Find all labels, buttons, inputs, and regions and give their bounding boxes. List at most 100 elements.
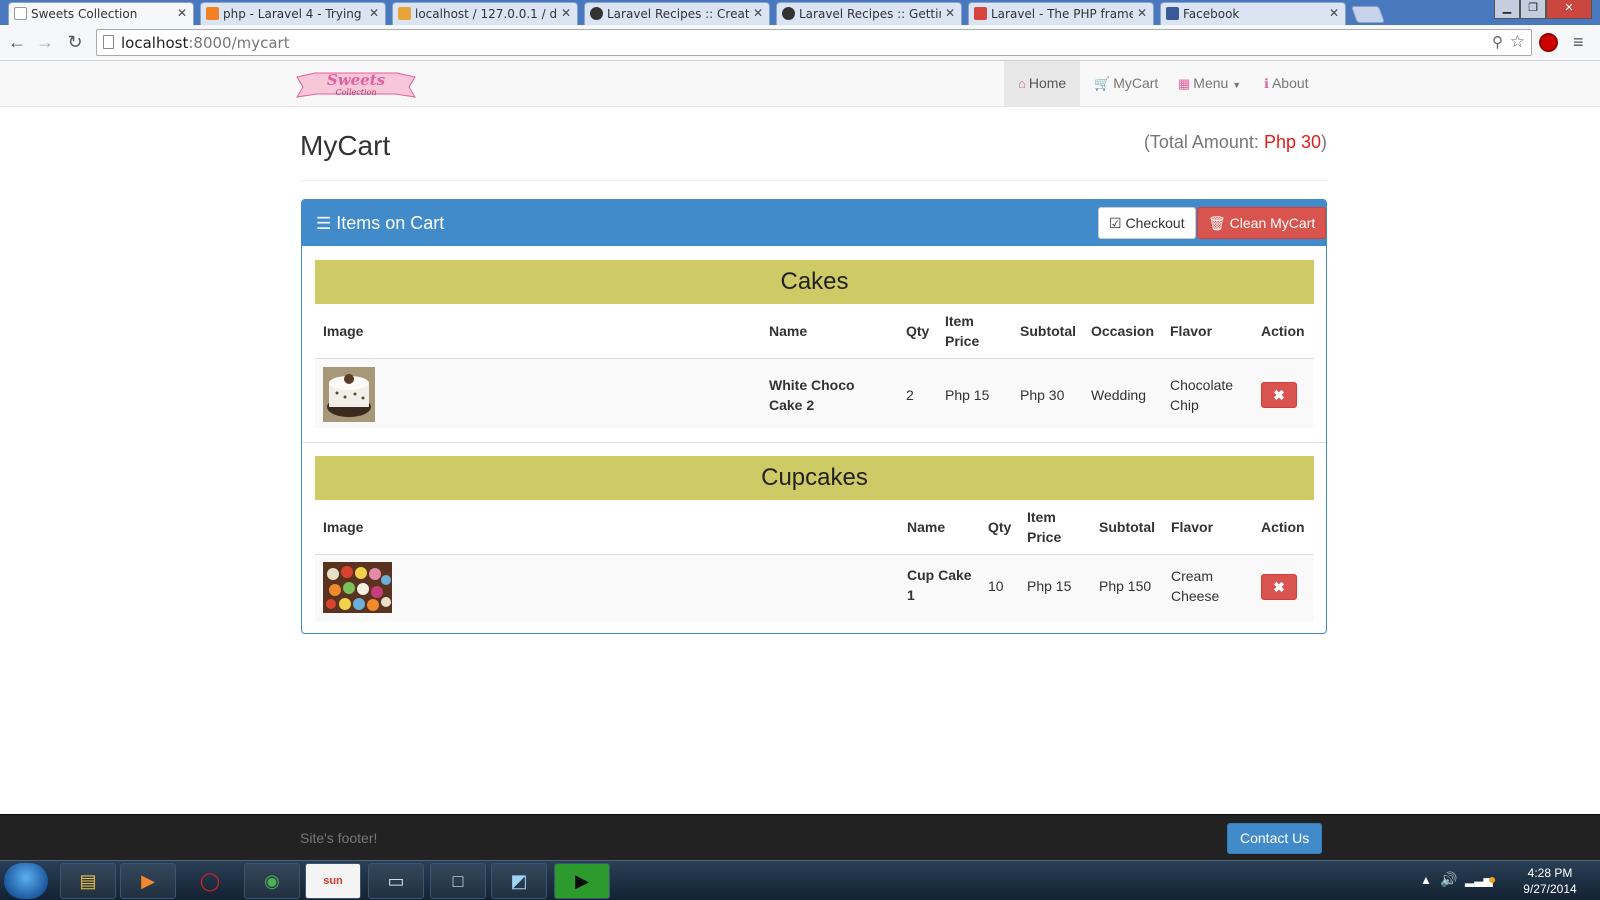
column-header-subtotal: Subtotal bbox=[1020, 323, 1076, 339]
tray-arrow-icon[interactable]: ▲ bbox=[1420, 873, 1432, 887]
page-icon bbox=[14, 7, 27, 20]
github-icon bbox=[590, 7, 603, 20]
checkout-button[interactable]: ☑ Checkout bbox=[1098, 207, 1196, 239]
item-occasion: Wedding bbox=[1091, 387, 1147, 403]
caret-down-icon: ▼ bbox=[1232, 80, 1242, 90]
trash-icon: 🗑 bbox=[1208, 215, 1226, 231]
tab-laravel[interactable]: Laravel - The PHP framew ✕ bbox=[968, 2, 1154, 25]
terminal-icon[interactable]: ▭ bbox=[368, 863, 424, 899]
nav-mycart[interactable]: 🛒 MyCart bbox=[1080, 61, 1172, 106]
logo-subtext: Collection bbox=[335, 88, 376, 97]
url-path: :8000/mycart bbox=[188, 34, 290, 52]
browser-toolbar: ← → ↻ localhost:8000/mycart ⚲ ☆ ≡ bbox=[0, 25, 1600, 61]
divider bbox=[300, 180, 1327, 181]
tab-facebook[interactable]: Facebook ✕ bbox=[1160, 2, 1346, 25]
page-title: MyCart bbox=[300, 130, 391, 161]
github-icon bbox=[782, 7, 795, 20]
item-flavor: Cream Cheese bbox=[1171, 568, 1220, 604]
sun-app-icon[interactable]: sun bbox=[305, 863, 361, 899]
nav-menu-dropdown[interactable]: ▦ Menu ▼ bbox=[1164, 61, 1255, 106]
tab-laravel-recipes-getting[interactable]: Laravel Recipes :: Getting ✕ bbox=[776, 2, 962, 25]
laravel-icon bbox=[974, 7, 987, 20]
reload-icon[interactable]: ↻ bbox=[64, 31, 86, 53]
logo-text: Sweets bbox=[327, 71, 386, 89]
start-button[interactable] bbox=[4, 863, 48, 899]
item-price: Php 15 bbox=[1027, 578, 1072, 594]
column-header-name: Name bbox=[769, 323, 808, 339]
tab-title: Laravel Recipes :: Getting bbox=[799, 7, 941, 21]
close-icon: ✖ bbox=[1273, 387, 1285, 403]
tab-sweets-collection[interactable]: Sweets Collection ✕ bbox=[8, 2, 194, 25]
address-bar[interactable]: localhost:8000/mycart ⚲ ☆ bbox=[96, 29, 1532, 56]
total-label: (Total Amount: bbox=[1143, 132, 1264, 152]
product-image[interactable] bbox=[323, 367, 375, 422]
item-flavor: Chocolate Chip bbox=[1170, 377, 1234, 413]
item-qty: 10 bbox=[988, 578, 1004, 594]
clean-cart-label: Clean MyCart bbox=[1229, 215, 1316, 231]
minimize-window-icon[interactable]: ▁ bbox=[1494, 0, 1520, 19]
window-app-icon[interactable]: □ bbox=[430, 863, 486, 899]
close-tab-icon[interactable]: ✕ bbox=[753, 6, 763, 20]
check-square-icon: ☑ bbox=[1109, 215, 1122, 231]
item-name: Cup Cake 1 bbox=[907, 567, 972, 603]
close-icon: ✖ bbox=[1273, 579, 1285, 595]
info-icon: ℹ bbox=[1264, 76, 1269, 91]
back-icon[interactable]: ← bbox=[6, 31, 28, 53]
nav-home[interactable]: ⌂ Home bbox=[1004, 61, 1081, 106]
close-tab-icon[interactable]: ✕ bbox=[561, 6, 571, 20]
total-amount: (Total Amount: Php 30) bbox=[1144, 132, 1327, 153]
cart-panel: ☰ Items on Cart ☑ Checkout 🗑 Clean MyCar… bbox=[301, 199, 1327, 634]
url-host: localhost bbox=[121, 34, 189, 52]
green-app-icon[interactable]: ▶ bbox=[554, 863, 610, 899]
opera-icon[interactable]: ◯ bbox=[182, 863, 238, 899]
maximize-window-icon[interactable]: ❐ bbox=[1520, 0, 1546, 19]
close-tab-icon[interactable]: ✕ bbox=[369, 6, 379, 20]
stackoverflow-icon bbox=[206, 7, 219, 20]
tab-title: localhost / 127.0.0.1 / dbs bbox=[415, 7, 557, 21]
close-window-icon[interactable]: ✕ bbox=[1546, 0, 1592, 19]
media-player-icon[interactable]: ▶ bbox=[120, 863, 176, 899]
tab-phpmyadmin[interactable]: localhost / 127.0.0.1 / dbs ✕ bbox=[392, 2, 578, 25]
chrome-icon[interactable]: ◉ bbox=[244, 863, 300, 899]
nav-home-label: Home bbox=[1028, 75, 1067, 91]
search-icon[interactable]: ⚲ bbox=[1492, 33, 1503, 51]
notification-icon[interactable]: ● bbox=[1488, 871, 1496, 887]
url-text: localhost:8000/mycart bbox=[121, 34, 290, 52]
site-logo[interactable]: Sweets Collection bbox=[295, 67, 417, 101]
nav-mycart-label: MyCart bbox=[1113, 75, 1159, 91]
system-clock[interactable]: 4:28 PM 9/27/2014 bbox=[1510, 865, 1590, 897]
item-name: White Choco Cake 2 bbox=[769, 377, 855, 413]
close-tab-icon[interactable]: ✕ bbox=[945, 6, 955, 20]
nav-about[interactable]: ℹ About bbox=[1250, 61, 1323, 106]
product-image[interactable] bbox=[323, 562, 392, 613]
tab-title: Laravel - The PHP framew bbox=[991, 7, 1133, 21]
forward-icon[interactable]: → bbox=[34, 31, 56, 53]
item-qty: 2 bbox=[906, 387, 914, 403]
bookmark-star-icon[interactable]: ☆ bbox=[1510, 32, 1525, 52]
file-explorer-icon[interactable]: ▤ bbox=[60, 863, 116, 899]
column-header-image: Image bbox=[323, 323, 364, 339]
extension-icon[interactable] bbox=[1539, 33, 1558, 52]
close-tab-icon[interactable]: ✕ bbox=[177, 6, 187, 20]
column-header-item-price: Item Price bbox=[1027, 509, 1062, 545]
column-header-qty: Qty bbox=[988, 519, 1012, 535]
close-tab-icon[interactable]: ✕ bbox=[1329, 6, 1339, 20]
remove-item-button[interactable]: ✖ bbox=[1261, 574, 1297, 600]
column-header-action: Action bbox=[1261, 323, 1305, 339]
volume-icon[interactable]: 🔊 bbox=[1440, 871, 1457, 888]
clean-cart-button[interactable]: 🗑 Clean MyCart bbox=[1197, 207, 1326, 239]
notepad-icon[interactable]: ◩ bbox=[491, 863, 547, 899]
item-subtotal: Php 150 bbox=[1099, 578, 1152, 594]
close-tab-icon[interactable]: ✕ bbox=[1137, 6, 1147, 20]
site-footer: Site's footer! Contact Us bbox=[0, 814, 1600, 860]
item-price: Php 15 bbox=[945, 387, 990, 403]
menu-icon[interactable]: ≡ bbox=[1573, 32, 1584, 52]
tab-laravel-recipes-creating[interactable]: Laravel Recipes :: Creating ✕ bbox=[584, 2, 770, 25]
remove-item-button[interactable]: ✖ bbox=[1261, 382, 1297, 408]
clock-date: 9/27/2014 bbox=[1523, 882, 1577, 896]
browser-tab-strip: Sweets Collection ✕ php - Laravel 4 - Tr… bbox=[0, 0, 1600, 25]
new-tab-button[interactable] bbox=[1350, 6, 1386, 23]
column-header-occasion: Occasion bbox=[1091, 323, 1155, 339]
tab-stackoverflow[interactable]: php - Laravel 4 - Trying to ✕ bbox=[200, 2, 386, 25]
contact-us-button[interactable]: Contact Us bbox=[1227, 823, 1323, 854]
